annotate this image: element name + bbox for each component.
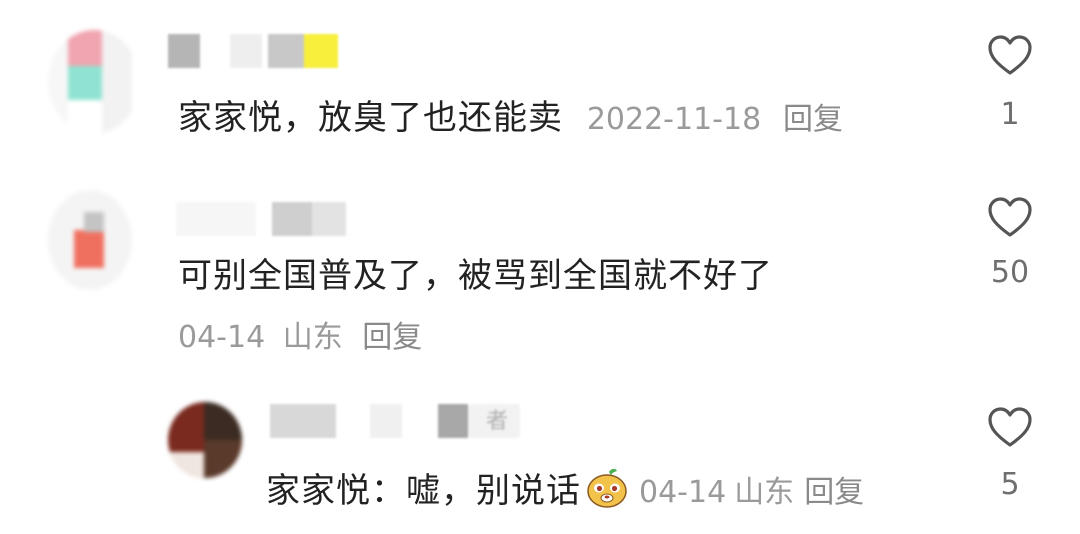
reply-button[interactable]: 回复 <box>783 102 843 137</box>
comment-text: 家家悦：嘘，别说话 <box>266 471 581 511</box>
comment-text: 可别全国普及了，被骂到全国就不好了 <box>178 256 773 296</box>
like-button[interactable]: 1 <box>970 34 1050 144</box>
comment-2: 可别全国普及了，被骂到全国就不好了 04-14 山东 回复 50 <box>0 160 1080 380</box>
smiling-face-emoji <box>587 468 627 508</box>
heart-icon <box>988 407 1032 447</box>
comment-text: 家家悦，放臭了也还能卖 <box>178 98 563 138</box>
reply-button[interactable]: 回复 <box>362 320 422 355</box>
comment-date: 04-14 <box>178 320 266 355</box>
avatar[interactable] <box>168 402 242 478</box>
reply-comment: 者 家家悦：嘘，别说话 04-14 山东 回复 5 <box>0 380 1080 534</box>
comment-location: 山东 <box>282 320 343 355</box>
comment-date: 2022-11-18 <box>586 102 762 137</box>
reply-button[interactable]: 回复 <box>804 475 864 510</box>
username-blurred[interactable] <box>168 34 338 68</box>
comment-text-line: 家家悦：嘘，别说话 04-14 山东 回复 <box>266 466 864 513</box>
like-button[interactable]: 50 <box>970 196 1050 306</box>
comment-location: 山东 <box>734 475 795 510</box>
username-blurred[interactable] <box>270 404 520 438</box>
like-count: 5 <box>1000 467 1020 502</box>
avatar[interactable] <box>48 30 140 134</box>
like-button[interactable]: 5 <box>970 406 1050 516</box>
comment-text-line: 家家悦，放臭了也还能卖 2022-11-18 回复 <box>178 98 843 140</box>
heart-icon <box>988 35 1032 75</box>
avatar[interactable] <box>48 190 132 290</box>
comment-meta: 04-14 山东 回复 <box>178 320 422 356</box>
like-count: 1 <box>1000 97 1020 132</box>
username-blurred[interactable] <box>176 202 346 236</box>
heart-icon <box>988 197 1032 237</box>
comment-date: 04-14 <box>639 475 727 510</box>
like-count: 50 <box>990 255 1030 290</box>
comment-1: 家家悦，放臭了也还能卖 2022-11-18 回复 1 <box>0 0 1080 160</box>
author-tag: 者 <box>486 409 509 434</box>
